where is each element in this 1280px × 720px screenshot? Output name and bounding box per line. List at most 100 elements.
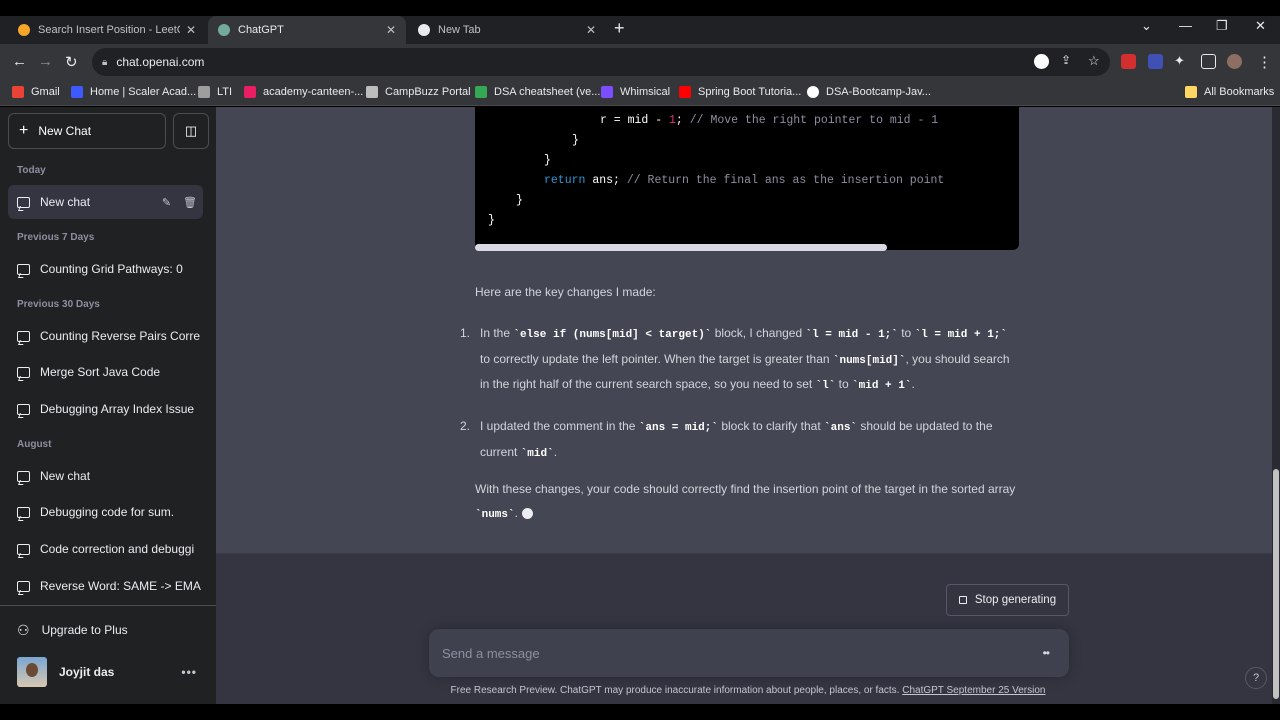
message-input[interactable]: Send a message •• <box>429 629 1069 677</box>
slack-icon <box>244 86 256 98</box>
bookmark-dsa-bootcamp[interactable]: DSA-Bootcamp-Jav... <box>807 86 931 98</box>
new-chat-button[interactable]: + New Chat <box>8 113 166 149</box>
section-label: Previous 7 Days <box>17 232 95 243</box>
close-window-icon[interactable]: ✕ <box>1255 18 1266 34</box>
upgrade-to-plus-button[interactable]: ⚇ Upgrade to Plus <box>8 615 203 645</box>
extension-red-icon[interactable] <box>1121 54 1136 69</box>
section-label: Previous 30 Days <box>17 299 100 310</box>
minimize-icon[interactable]: — <box>1179 18 1192 33</box>
chat-item[interactable]: New chat ✎ 🗑︎ <box>8 185 203 219</box>
chat-item[interactable]: Counting Reverse Pairs Corre <box>8 319 203 353</box>
tab-new-tab[interactable]: New Tab ✕ <box>408 16 606 44</box>
github-icon <box>807 86 819 98</box>
more-options-icon[interactable]: ••• <box>181 665 197 679</box>
chat-item[interactable]: Code correction and debuggi <box>8 532 203 566</box>
chat-bubble-icon <box>17 263 30 275</box>
code-line: r = mid - 1; // Move the right pointer t… <box>600 114 939 127</box>
lock-icon: 🔒︎ <box>102 56 108 68</box>
close-tab-icon[interactable]: ✕ <box>386 23 396 37</box>
bookmark-spring-boot[interactable]: Spring Boot Tutoria... <box>679 86 801 98</box>
chat-bubble-icon <box>17 543 30 555</box>
bookmark-scaler[interactable]: Home | Scaler Acad... <box>71 86 196 98</box>
user-icon: ⚇ <box>17 621 30 638</box>
gmail-icon <box>12 86 24 98</box>
message-outro: With these changes, your code should cor… <box>475 482 1016 521</box>
puzzle-extensions-icon[interactable]: ✦ <box>1174 53 1185 69</box>
close-tab-icon[interactable]: ✕ <box>186 23 196 37</box>
help-button[interactable]: ? <box>1245 667 1267 689</box>
section-label: August <box>17 439 52 450</box>
bookmark-gmail[interactable]: Gmail <box>12 86 60 98</box>
code-line: return ans; // Return the final ans as t… <box>544 174 945 187</box>
chat-item[interactable]: Debugging code for sum. <box>8 495 203 529</box>
chat-bubble-icon <box>17 366 30 378</box>
code-line: } <box>544 154 551 167</box>
tab-search-chevron-icon[interactable]: ⌄ <box>1141 18 1152 34</box>
scrollbar-thumb[interactable] <box>1273 469 1279 699</box>
chat-item[interactable]: Reverse Word: SAME -> EMA <box>8 569 203 603</box>
code-block: r = mid - 1; // Move the right pointer t… <box>475 107 1019 251</box>
toggle-sidebar-button[interactable]: ◫ <box>173 113 209 149</box>
chat-bubble-icon <box>17 196 30 208</box>
screen-bottom-bar <box>0 704 1280 720</box>
code-line: } <box>516 194 523 207</box>
new-tab-plus-icon[interactable]: + <box>614 18 625 39</box>
google-icon[interactable] <box>1034 54 1049 69</box>
code-line: } <box>572 134 579 147</box>
bookmark-dsa-cheatsheet[interactable]: DSA cheatsheet (ve... <box>475 86 600 98</box>
bookmark-lti[interactable]: LTI <box>198 86 232 98</box>
bookmark-campbuzz[interactable]: CampBuzz Portal <box>366 86 471 98</box>
campbuzz-icon <box>366 86 378 98</box>
stop-generating-button[interactable]: Stop generating <box>946 584 1069 616</box>
typing-indicator-icon[interactable]: •• <box>1043 646 1050 660</box>
maximize-icon[interactable]: ❐ <box>1216 18 1228 34</box>
tab-chatgpt[interactable]: ChatGPT ✕ <box>208 16 406 44</box>
bookmark-whimsical[interactable]: Whimsical <box>601 86 670 98</box>
list-item: 1. In the `else if (nums[mid] < target)`… <box>460 326 1010 392</box>
chat-bubble-icon <box>17 580 30 592</box>
close-tab-icon[interactable]: ✕ <box>586 23 596 37</box>
plus-icon: + <box>19 122 29 139</box>
chat-item[interactable]: New chat <box>8 459 203 493</box>
chat-bubble-icon <box>17 330 30 342</box>
profile-avatar-icon[interactable] <box>1227 54 1242 69</box>
all-bookmarks[interactable]: All Bookmarks <box>1185 86 1274 98</box>
chatgpt-favicon-icon <box>218 24 230 36</box>
chat-bubble-icon <box>17 470 30 482</box>
sidebar-divider <box>0 605 216 606</box>
address-bar-row: ← → ↻ 🔒︎ chat.openai.com ⇪ ☆ ✦ ⋮ <box>0 44 1280 80</box>
page-scrollbar[interactable] <box>1272 107 1280 704</box>
sidebar-panel-icon: ◫ <box>184 123 198 138</box>
back-arrow-icon[interactable]: ← <box>12 53 27 70</box>
chat-item[interactable]: Merge Sort Java Code <box>8 355 203 389</box>
sheets-icon <box>475 86 487 98</box>
reload-icon[interactable]: ↻ <box>65 53 78 71</box>
edit-pencil-icon[interactable]: ✎ <box>162 196 171 209</box>
tab-leetcode[interactable]: Search Insert Position - LeetCod ✕ <box>8 16 206 44</box>
folder-icon <box>1185 86 1197 98</box>
bookmark-academy-canteen[interactable]: academy-canteen-... <box>244 86 363 98</box>
forward-arrow-icon[interactable]: → <box>38 53 53 70</box>
scaler-icon <box>71 86 83 98</box>
sidebar: + New Chat ◫ Today New chat ✎ 🗑︎ Previou… <box>0 107 216 704</box>
section-label: Today <box>17 165 46 176</box>
user-menu[interactable]: Joyjit das ••• <box>8 655 203 689</box>
side-panel-icon[interactable] <box>1201 54 1216 69</box>
leetcode-favicon-icon <box>18 24 30 36</box>
url-bar[interactable]: 🔒︎ chat.openai.com <box>92 48 1110 76</box>
typing-cursor-icon <box>521 507 533 519</box>
stop-square-icon <box>958 596 967 604</box>
version-link[interactable]: ChatGPT September 25 Version <box>902 685 1045 696</box>
youtube-icon <box>679 86 691 98</box>
trash-icon[interactable]: 🗑︎ <box>183 196 197 209</box>
code-horizontal-scrollbar[interactable] <box>475 244 887 251</box>
whimsical-icon <box>601 86 613 98</box>
kebab-menu-icon[interactable]: ⋮ <box>1257 53 1272 71</box>
chrome-favicon-icon <box>418 24 430 36</box>
chat-item[interactable]: Counting Grid Pathways: 0 <box>8 252 203 286</box>
extension-blue-icon[interactable] <box>1148 54 1163 69</box>
share-icon[interactable]: ⇪ <box>1061 53 1071 67</box>
chat-item[interactable]: Debugging Array Index Issue <box>8 392 203 426</box>
screen-top-bar <box>0 0 1280 16</box>
star-bookmark-icon[interactable]: ☆ <box>1088 53 1100 69</box>
